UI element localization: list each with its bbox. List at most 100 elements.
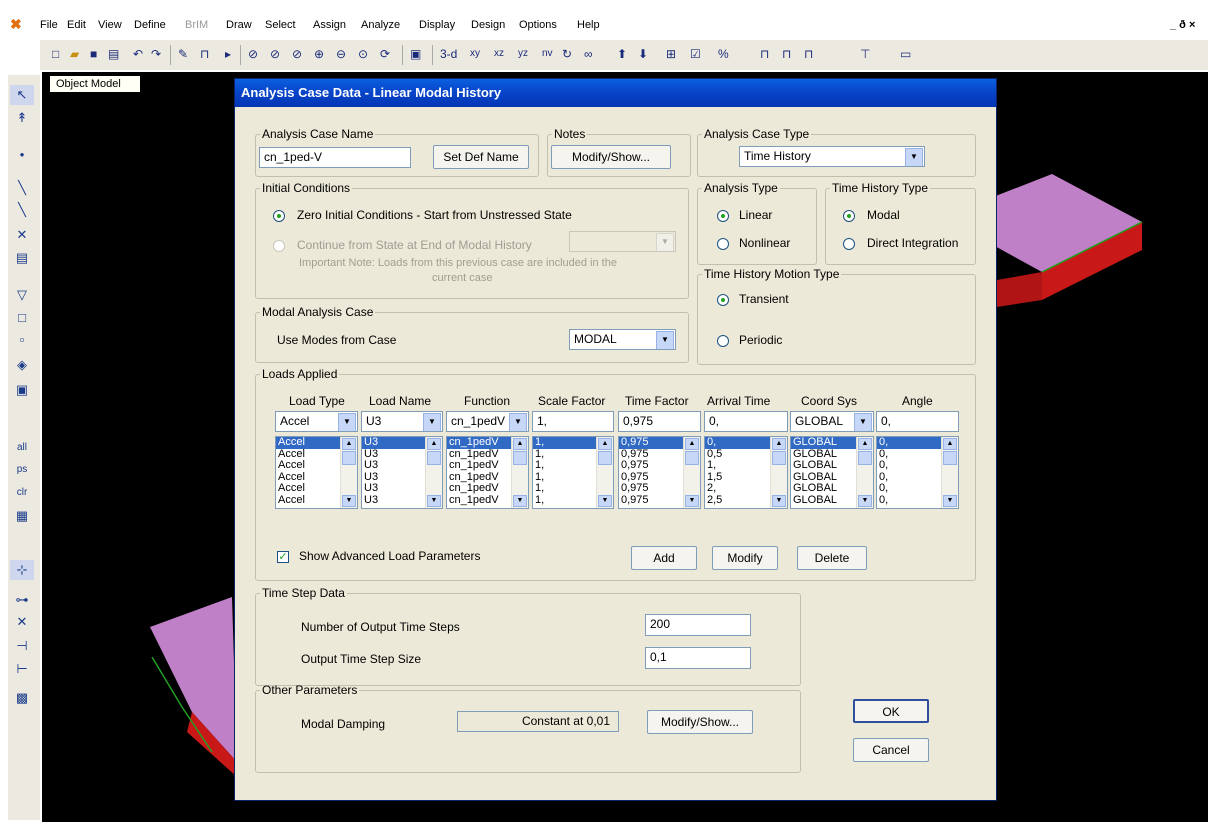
menu-analyze[interactable]: Analyze — [361, 19, 400, 31]
scroll-down-icon[interactable]: ▼ — [772, 495, 786, 507]
dialog-title[interactable]: Analysis Case Data - Linear Modal Histor… — [235, 79, 996, 107]
scrollbar[interactable]: ▲ ▼ — [856, 437, 873, 508]
arrival-time-list[interactable]: 0, 0,5 1, 1,5 2, 2,5 ▲ ▼ — [704, 436, 788, 509]
load-name-dropdown[interactable]: U3 ▼ — [361, 411, 443, 432]
view-nv-button[interactable]: nv — [542, 44, 553, 64]
modal-radio[interactable] — [843, 210, 855, 222]
view-3d-button[interactable]: 3-d — [440, 44, 457, 64]
fraction-icon[interactable]: % — [718, 44, 729, 64]
snap-grid-icon[interactable]: ▩ — [10, 688, 34, 708]
zoom-window-icon[interactable]: ⊘ — [248, 44, 258, 64]
scroll-up-icon[interactable]: ▲ — [598, 438, 612, 450]
angle-list[interactable]: 0, 0, 0, 0, 0, 0, ▲ ▼ — [876, 436, 959, 509]
arrival-time-input[interactable]: 0, — [704, 411, 788, 432]
scroll-thumb[interactable] — [598, 451, 612, 465]
show-advanced-checkbox[interactable]: ✓ — [277, 551, 289, 563]
scroll-down-icon[interactable]: ▼ — [943, 495, 957, 507]
angle-input[interactable]: 0, — [876, 411, 959, 432]
coord-sys-dropdown[interactable]: GLOBAL ▼ — [790, 411, 874, 432]
app-icon[interactable]: ✖ — [10, 17, 24, 31]
view-yz-button[interactable]: yz — [518, 44, 528, 64]
step-size-input[interactable]: 0,1 — [645, 647, 751, 669]
save-icon[interactable]: ■ — [90, 44, 97, 64]
rotate-icon[interactable]: ↻ — [562, 44, 572, 64]
menu-edit[interactable]: Edit — [67, 19, 86, 31]
scale-factor-input[interactable]: 1, — [532, 411, 614, 432]
joint-icon[interactable]: • — [10, 145, 34, 165]
periodic-radio[interactable] — [717, 335, 729, 347]
brace-tool-icon[interactable]: ✕ — [10, 225, 34, 245]
lock-icon[interactable]: ⊓ — [200, 44, 209, 64]
scroll-thumb[interactable] — [943, 451, 957, 465]
scroll-up-icon[interactable]: ▲ — [685, 438, 699, 450]
scrollbar[interactable]: ▲ ▼ — [941, 437, 958, 508]
open-folder-icon[interactable]: ▰ — [70, 44, 79, 64]
linear-radio[interactable] — [717, 210, 729, 222]
menu-view[interactable]: View — [98, 19, 122, 31]
scroll-down-icon[interactable]: ▼ — [598, 495, 612, 507]
draw-frame-icon[interactable]: ╲ — [10, 178, 34, 198]
menu-draw[interactable]: Draw — [226, 19, 252, 31]
case-name-input[interactable]: cn_1ped-V — [259, 147, 411, 168]
object-shrink-icon[interactable]: ⊞ — [666, 44, 676, 64]
continue-state-radio[interactable] — [273, 240, 285, 252]
time-factor-input[interactable]: 0,975 — [618, 411, 701, 432]
view-xy-button[interactable]: xy — [470, 44, 480, 64]
cancel-button[interactable]: Cancel — [853, 738, 929, 762]
move-down-icon[interactable]: ⬇ — [638, 44, 648, 64]
delete-load-button[interactable]: Delete — [797, 546, 867, 570]
pointer-icon[interactable]: ↖ — [10, 85, 34, 105]
zoom-in-icon[interactable]: ⊕ — [314, 44, 324, 64]
select-all-icon[interactable]: all — [10, 438, 34, 458]
menu-file[interactable]: File — [40, 19, 58, 31]
load-name-list[interactable]: U3 U3 U3 U3 U3 U3 ▲ ▼ — [361, 436, 443, 509]
undo-icon[interactable]: ↶ — [133, 44, 143, 64]
scrollbar[interactable]: ▲ ▼ — [511, 437, 528, 508]
case-type-dropdown[interactable]: Time History ▼ — [739, 146, 925, 167]
snap-intersect-icon[interactable]: ✕ — [10, 612, 34, 632]
load-type-dropdown[interactable]: Accel ▼ — [275, 411, 358, 432]
scroll-down-icon[interactable]: ▼ — [513, 495, 527, 507]
scroll-thumb[interactable] — [342, 451, 356, 465]
snap-perp-icon[interactable]: ⊣ — [10, 636, 34, 656]
nonlinear-radio[interactable] — [717, 238, 729, 250]
zoom-out-icon[interactable]: ⊖ — [336, 44, 346, 64]
scrollbar[interactable]: ▲ ▼ — [596, 437, 613, 508]
intersect-icon[interactable]: ▦ — [10, 506, 34, 526]
scroll-up-icon[interactable]: ▲ — [943, 438, 957, 450]
zoom-restore-icon[interactable]: ⊘ — [270, 44, 280, 64]
menu-options[interactable]: Options — [519, 19, 557, 31]
scroll-down-icon[interactable]: ▼ — [685, 495, 699, 507]
scroll-up-icon[interactable]: ▲ — [858, 438, 872, 450]
menu-help[interactable]: Help — [577, 19, 600, 31]
window-controls[interactable]: _ ð × — [1170, 19, 1195, 31]
area-icon[interactable]: ▭ — [900, 44, 911, 64]
brace-icon[interactable]: ⊓ — [804, 44, 813, 64]
scrollbar[interactable]: ▲ ▼ — [340, 437, 357, 508]
scroll-up-icon[interactable]: ▲ — [427, 438, 441, 450]
notes-modify-button[interactable]: Modify/Show... — [551, 145, 671, 169]
set-def-name-button[interactable]: Set Def Name — [433, 145, 529, 169]
frame-icon[interactable]: ⊓ — [760, 44, 769, 64]
menu-select[interactable]: Select — [265, 19, 296, 31]
previous-select-icon[interactable]: ps — [10, 460, 34, 480]
new-file-icon[interactable]: □ — [52, 44, 59, 64]
scroll-thumb[interactable] — [427, 451, 441, 465]
scroll-down-icon[interactable]: ▼ — [427, 495, 441, 507]
scroll-down-icon[interactable]: ▼ — [858, 495, 872, 507]
function-dropdown[interactable]: cn_1pedV ▼ — [446, 411, 529, 432]
pan-icon[interactable]: ⊙ — [358, 44, 368, 64]
solid-quick-icon[interactable]: ▣ — [10, 380, 34, 400]
ok-button[interactable]: OK — [853, 699, 929, 723]
menu-design[interactable]: Design — [471, 19, 505, 31]
modify-load-button[interactable]: Modify — [712, 546, 778, 570]
modal-case-dropdown[interactable]: MODAL ▼ — [569, 329, 676, 350]
snap-joint-icon[interactable]: ⊹ — [10, 560, 34, 580]
scroll-thumb[interactable] — [685, 451, 699, 465]
reshape-icon[interactable]: ↟ — [10, 108, 34, 128]
zoom-fit-icon[interactable]: ⊘ — [292, 44, 302, 64]
scrollbar[interactable]: ▲ ▼ — [770, 437, 787, 508]
coord-sys-list[interactable]: GLOBAL GLOBAL GLOBAL GLOBAL GLOBAL GLOBA… — [790, 436, 874, 509]
set-display-icon[interactable]: ☑ — [690, 44, 701, 64]
steps-input[interactable]: 200 — [645, 614, 751, 636]
